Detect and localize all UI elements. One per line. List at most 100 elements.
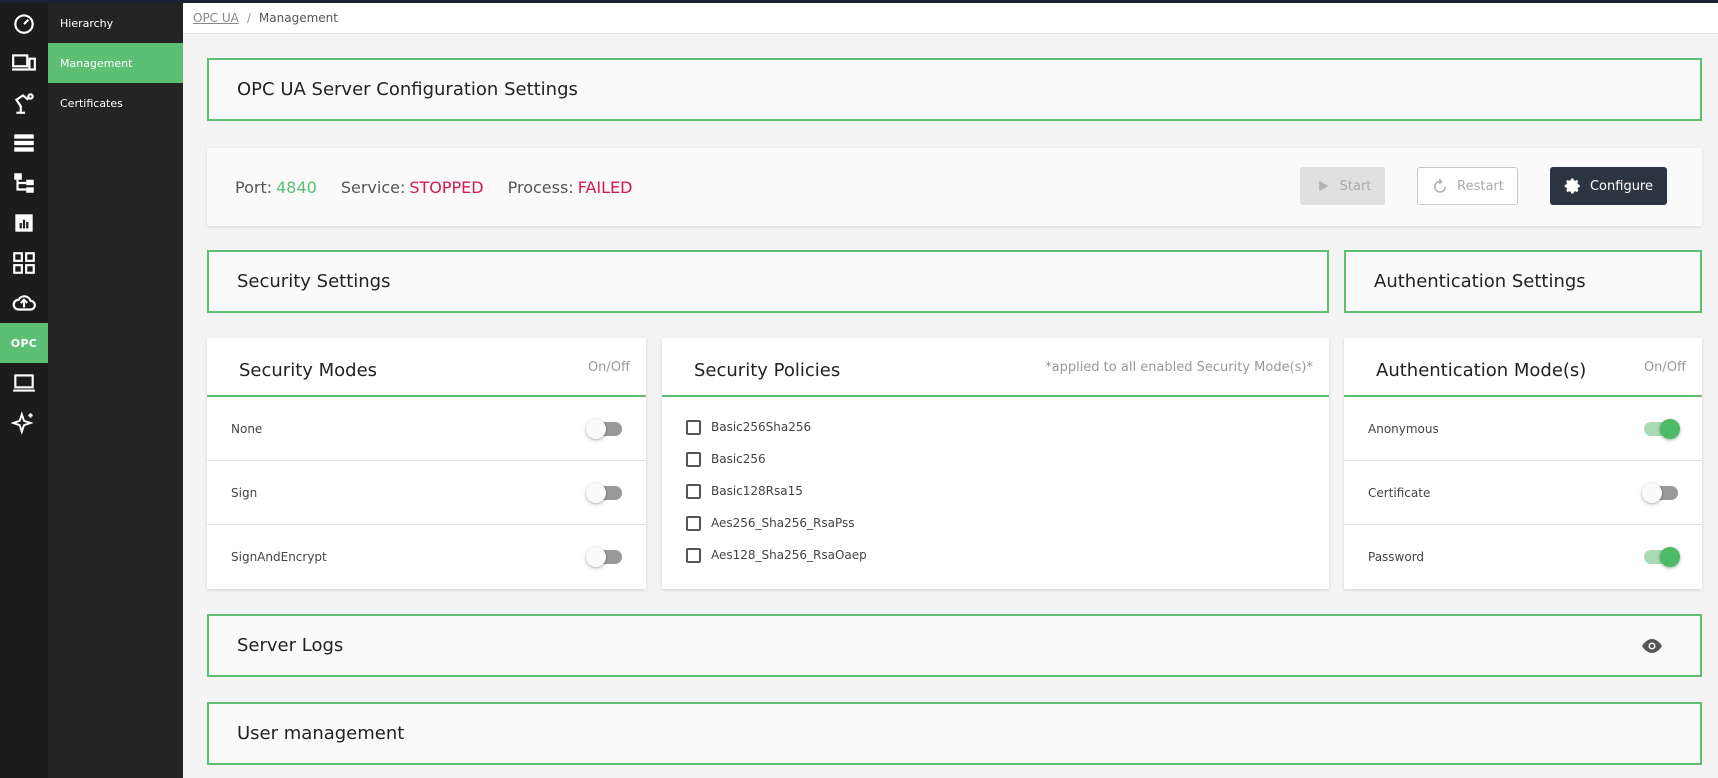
- subnav-item-management[interactable]: Management: [48, 43, 183, 83]
- security-mode-signandencrypt-toggle[interactable]: [586, 547, 622, 567]
- server-logs-title: Server Logs: [237, 635, 344, 656]
- rail-laptop[interactable]: [0, 363, 48, 403]
- security-modes-card: Security Modes On/Off None Sign SignAndE…: [207, 338, 646, 589]
- authentication-modes-header: Authentication Mode(s) On/Off: [1344, 338, 1702, 397]
- security-settings-header: Security Settings: [207, 250, 1329, 313]
- rail-reports[interactable]: [0, 203, 48, 243]
- security-policies-header: Security Policies *applied to all enable…: [662, 338, 1329, 397]
- page-title-panel: OPC UA Server Configuration Settings: [207, 58, 1702, 121]
- policy-checkbox[interactable]: [686, 547, 701, 563]
- server-logs-panel[interactable]: Server Logs: [207, 614, 1702, 677]
- policy-label: Basic256Sha256: [711, 420, 812, 434]
- security-mode-sign-toggle[interactable]: [586, 482, 622, 503]
- gear-icon: [1564, 178, 1580, 194]
- policy-checkbox[interactable]: [686, 515, 701, 531]
- rail-opc-label: OPC: [10, 336, 38, 350]
- security-mode-row-none: None: [207, 397, 646, 461]
- breadcrumb-current: Management: [258, 11, 338, 25]
- authentication-settings-header: Authentication Settings: [1344, 250, 1702, 313]
- play-icon: [1318, 180, 1328, 192]
- policy-item-aes128-sha256-rsaoaep[interactable]: Aes128_Sha256_RsaOaep: [662, 539, 1329, 571]
- security-modes-title: Security Modes: [239, 360, 378, 381]
- process-status: FAILED: [577, 177, 633, 197]
- policy-label: Basic256: [711, 452, 766, 466]
- policy-checkbox[interactable]: [686, 451, 701, 467]
- robot-arm-icon: [14, 93, 34, 114]
- policy-label: Basic128Rsa15: [711, 484, 803, 498]
- rail-opc[interactable]: OPC: [0, 323, 48, 363]
- authentication-settings-title: Authentication Settings: [1374, 271, 1586, 292]
- rail-devices[interactable]: [0, 43, 48, 83]
- rail-robot[interactable]: [0, 83, 48, 123]
- apps-grid-icon: [13, 252, 35, 274]
- security-mode-none-toggle[interactable]: [586, 418, 622, 439]
- policy-checkbox[interactable]: [686, 419, 701, 435]
- service-status: STOPPED: [409, 177, 484, 197]
- start-button-label: Start: [1339, 178, 1372, 194]
- policy-label: Aes128_Sha256_RsaOaep: [711, 548, 867, 562]
- auth-mode-label: Anonymous: [1368, 421, 1439, 436]
- authentication-modes-onoff-note: On/Off: [1643, 360, 1686, 375]
- authentication-modes-title: Authentication Mode(s): [1376, 360, 1587, 381]
- breadcrumb-link-opc-ua[interactable]: OPC UA: [193, 11, 239, 25]
- page-title: OPC UA Server Configuration Settings: [237, 79, 578, 100]
- security-policies-title: Security Policies: [694, 360, 841, 381]
- auth-mode-label: Certificate: [1368, 485, 1431, 500]
- restart-button[interactable]: Restart: [1417, 167, 1518, 205]
- toggle-knob: [1660, 547, 1680, 567]
- subnav-item-hierarchy[interactable]: Hierarchy: [48, 3, 183, 43]
- auth-mode-anonymous-toggle[interactable]: [1644, 418, 1680, 439]
- security-policies-note: *applied to all enabled Security Mode(s)…: [1045, 360, 1313, 375]
- icon-rail: OPC: [0, 3, 48, 778]
- cloud-upload-icon: [12, 295, 36, 311]
- policy-item-basic256[interactable]: Basic256: [662, 443, 1329, 475]
- toggle-knob: [586, 418, 606, 439]
- rail-dashboard[interactable]: [0, 3, 48, 43]
- sparkle-icon: [11, 411, 34, 435]
- start-button[interactable]: Start: [1300, 167, 1385, 205]
- user-management-panel[interactable]: User management: [207, 702, 1702, 765]
- security-mode-label: SignAndEncrypt: [231, 550, 327, 564]
- sub-navigation: Hierarchy Management Certificates: [48, 3, 183, 778]
- service-label: Service:: [340, 177, 406, 197]
- rail-hierarchy[interactable]: [0, 163, 48, 203]
- toggle-knob: [1660, 418, 1680, 439]
- rail-sparkle[interactable]: [0, 403, 48, 443]
- breadcrumb-separator: /: [246, 11, 251, 25]
- report-chart-icon: [15, 214, 33, 232]
- restart-button-label: Restart: [1457, 178, 1504, 194]
- dashboard-gauge-icon: [14, 14, 34, 34]
- auth-mode-row-anonymous: Anonymous: [1344, 397, 1702, 461]
- authentication-modes-card: Authentication Mode(s) On/Off Anonymous …: [1344, 338, 1702, 589]
- policy-item-basic256sha256[interactable]: Basic256Sha256: [662, 411, 1329, 443]
- devices-icon: [12, 54, 36, 71]
- security-policies-card: Security Policies *applied to all enable…: [662, 338, 1329, 589]
- configure-button-label: Configure: [1589, 178, 1653, 194]
- toggle-knob: [586, 482, 606, 503]
- security-mode-row-sign: Sign: [207, 461, 646, 525]
- user-management-title: User management: [237, 723, 405, 744]
- security-policies-list: Basic256Sha256 Basic256 Basic128Rsa15 Ae…: [662, 397, 1329, 571]
- subnav-item-certificates[interactable]: Certificates: [48, 83, 183, 123]
- eye-icon[interactable]: [1640, 634, 1664, 658]
- policy-item-basic128rsa15[interactable]: Basic128Rsa15: [662, 475, 1329, 507]
- toggle-knob: [586, 547, 606, 567]
- auth-mode-row-password: Password: [1344, 525, 1702, 589]
- auth-mode-password-toggle[interactable]: [1644, 547, 1680, 567]
- rail-cloud[interactable]: [0, 283, 48, 323]
- rail-apps[interactable]: [0, 243, 48, 283]
- security-mode-label: None: [231, 421, 263, 436]
- port-label: Port:: [235, 177, 273, 197]
- policy-checkbox[interactable]: [686, 483, 701, 499]
- security-settings-title: Security Settings: [237, 271, 391, 292]
- laptop-icon: [13, 374, 35, 392]
- rail-storage[interactable]: [0, 123, 48, 163]
- auth-mode-row-certificate: Certificate: [1344, 461, 1702, 525]
- hierarchy-tree-icon: [14, 173, 34, 193]
- configure-button[interactable]: Configure: [1550, 167, 1667, 205]
- toggle-knob: [1642, 482, 1662, 503]
- auth-mode-certificate-toggle[interactable]: [1642, 482, 1678, 503]
- security-modes-header: Security Modes On/Off: [207, 338, 646, 397]
- policy-item-aes256-sha256-rsapss[interactable]: Aes256_Sha256_RsaPss: [662, 507, 1329, 539]
- security-modes-onoff-note: On/Off: [587, 360, 630, 375]
